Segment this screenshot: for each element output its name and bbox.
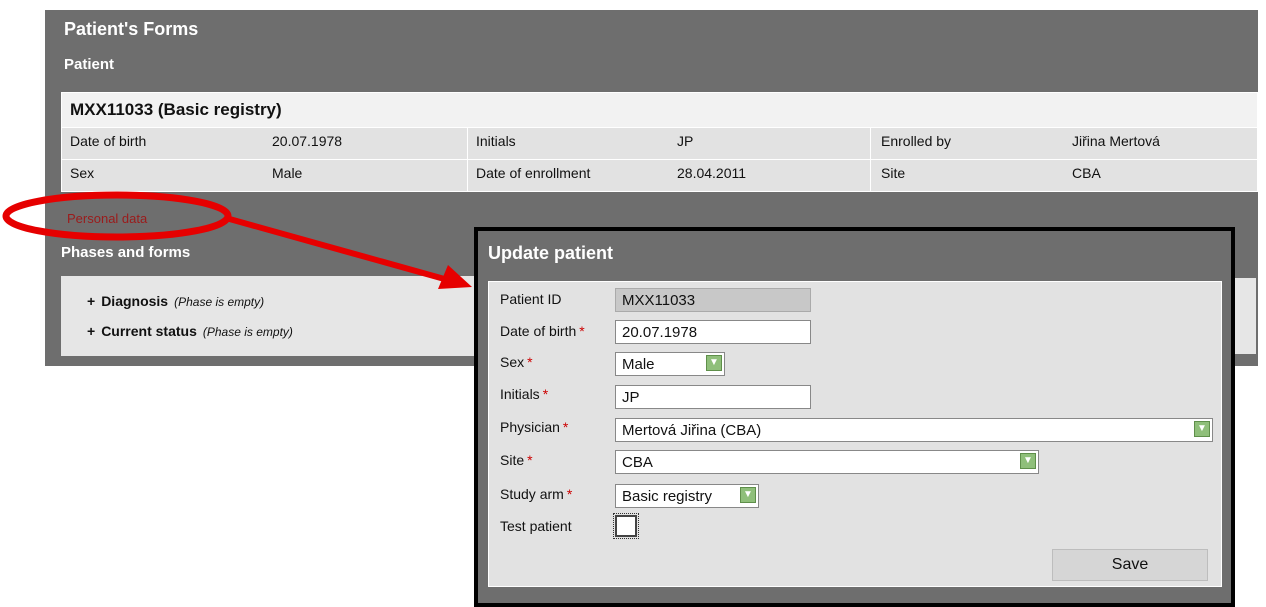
chevron-down-icon[interactable]: ▼ (706, 355, 722, 371)
patient-id-field: MXX11033 (615, 288, 811, 312)
initials-label: Initials * (500, 386, 549, 402)
physician-select-value: Mertová Jiřina (CBA) (622, 422, 762, 439)
date-of-birth-label: Date of birth * (500, 323, 585, 339)
site-select-value: CBA (622, 454, 653, 471)
update-patient-dialog: Update patient Patient ID MXX11033 Date … (474, 227, 1235, 607)
study-arm-select-value: Basic registry (622, 488, 713, 505)
physician-label: Physician * (500, 419, 569, 435)
sex-select-value: Male (622, 356, 655, 373)
annotation-ellipse (2, 191, 232, 241)
dialog-title: Update patient (488, 243, 614, 263)
test-patient-checkbox[interactable] (613, 513, 639, 539)
initials-input[interactable]: JP (615, 385, 811, 409)
patient-id-label: Patient ID (500, 291, 562, 307)
chevron-down-icon[interactable]: ▼ (1020, 453, 1036, 469)
study-arm-label: Study arm * (500, 486, 573, 502)
site-label: Site * (500, 452, 533, 468)
chevron-down-icon[interactable]: ▼ (1194, 421, 1210, 437)
sex-label: Sex * (500, 354, 533, 370)
arrowhead-icon (438, 265, 472, 289)
study-arm-select[interactable]: Basic registry ▼ (615, 484, 759, 508)
physician-select[interactable]: Mertová Jiřina (CBA) ▼ (615, 418, 1213, 442)
test-patient-label: Test patient (500, 518, 572, 534)
chevron-down-icon[interactable]: ▼ (740, 487, 756, 503)
save-button[interactable]: Save (1052, 549, 1208, 581)
update-patient-form: Patient ID MXX11033 Date of birth * 20.07… (488, 281, 1222, 587)
site-select[interactable]: CBA ▼ (615, 450, 1039, 474)
sex-select[interactable]: Male ▼ (615, 352, 725, 376)
annotation-arrow-line (225, 215, 449, 283)
date-of-birth-input[interactable]: 20.07.1978 (615, 320, 811, 344)
